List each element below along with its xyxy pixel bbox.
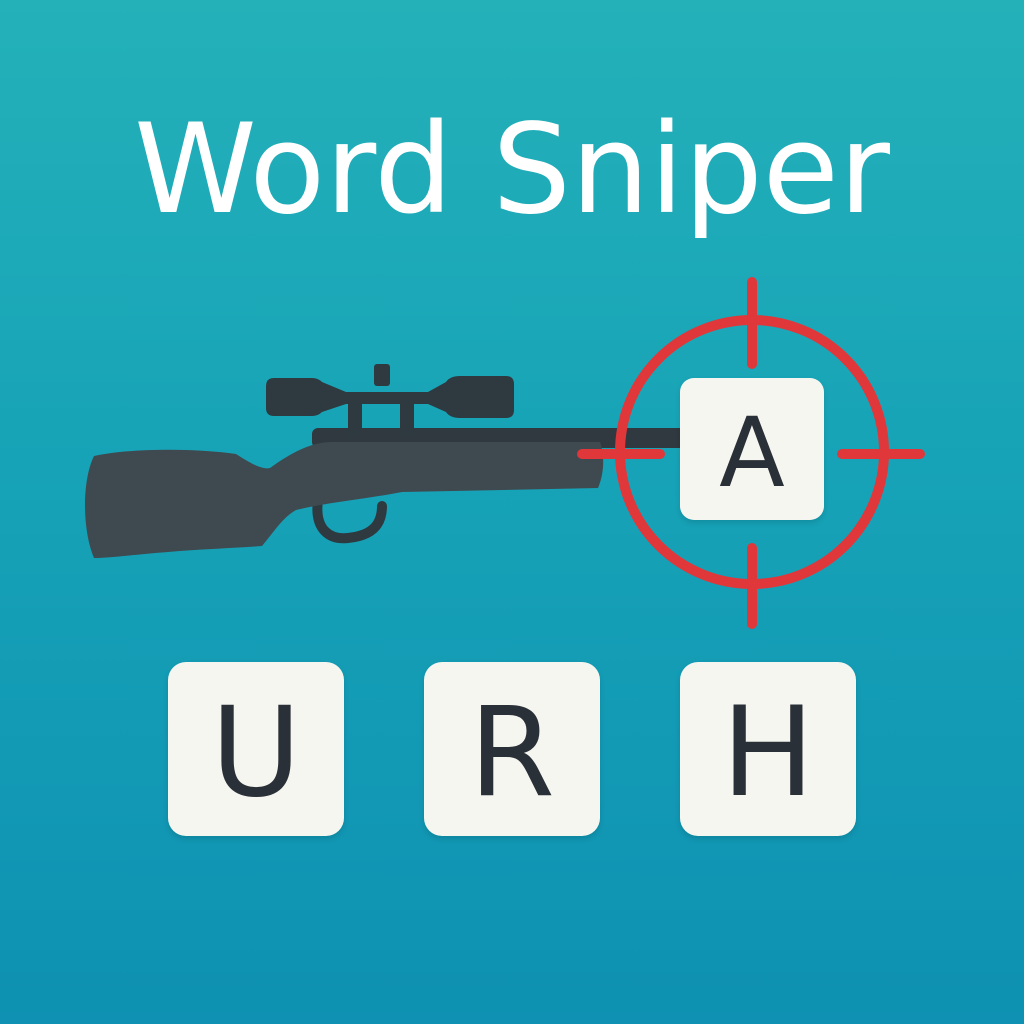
scope-mount-rear bbox=[348, 400, 362, 436]
letter-tile[interactable]: H bbox=[680, 662, 856, 836]
target-letter: A bbox=[719, 397, 785, 509]
letter-tile[interactable]: R bbox=[424, 662, 600, 836]
scope-turret bbox=[374, 364, 390, 386]
sniper-rifle-icon bbox=[85, 364, 692, 558]
scope-mount-front bbox=[400, 400, 414, 436]
game-scene bbox=[85, 277, 925, 629]
letter-tile-label: U bbox=[210, 681, 302, 825]
target-letter-tile[interactable]: A bbox=[680, 378, 824, 520]
rifle-trigger-guard bbox=[312, 495, 387, 544]
letter-tile-label: H bbox=[721, 681, 815, 825]
letter-tile[interactable]: U bbox=[168, 662, 344, 836]
letter-tile-label: R bbox=[468, 681, 556, 825]
